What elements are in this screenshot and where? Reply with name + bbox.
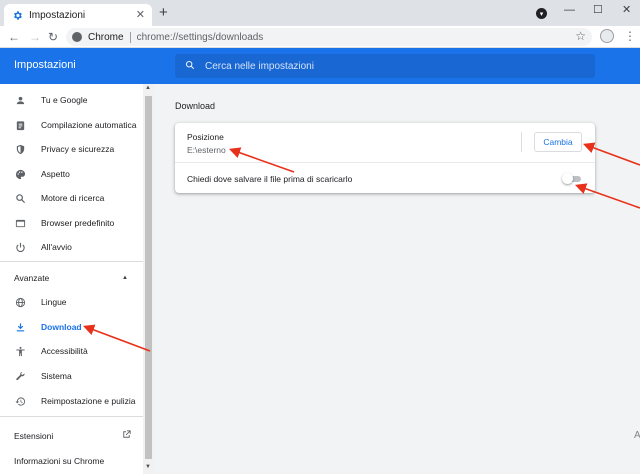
power-icon: [14, 241, 26, 253]
scroll-up-icon[interactable]: ▲: [145, 85, 151, 91]
browser-icon: [14, 217, 26, 229]
restore-icon: [14, 395, 26, 407]
minimize-button[interactable]: —: [564, 3, 575, 17]
clipboard-icon: [14, 119, 26, 131]
scroll-down-icon[interactable]: ▼: [145, 464, 151, 470]
maximize-button[interactable]: ☐: [593, 3, 603, 17]
scroll-thumb[interactable]: [145, 96, 152, 459]
menu-icon[interactable]: ⋮: [624, 29, 636, 43]
omnibox-separator: [129, 31, 131, 43]
sidebar-item-downloads[interactable]: Download: [0, 316, 143, 338]
sidebar-item-label: Browser predefinito: [41, 218, 115, 228]
sidebar-item-autofill[interactable]: Compilazione automatica: [0, 114, 143, 136]
new-tab-button[interactable]: +: [159, 5, 168, 21]
palette-icon: [14, 168, 26, 180]
settings-search-input[interactable]: Cerca nelle impostazioni: [175, 54, 595, 78]
search-icon: [14, 192, 26, 204]
reload-button[interactable]: ↻: [48, 29, 58, 45]
sidebar-item-appearance[interactable]: Aspetto: [0, 163, 143, 185]
advanced-section-label[interactable]: Avanzate: [14, 273, 49, 283]
sidebar-divider: [0, 261, 143, 262]
sidebar-item-languages[interactable]: Lingue: [0, 291, 143, 313]
sidebar-item-label: Accessibilità: [41, 346, 88, 356]
accessibility-icon: [14, 345, 26, 357]
toggle-knob: [562, 173, 573, 184]
wrench-icon: [14, 370, 26, 382]
sidebar-item-label: Privacy e sicurezza: [41, 144, 115, 154]
sidebar-item-privacy[interactable]: Privacy e sicurezza: [0, 138, 143, 160]
downloads-card: Posizione E:\esterno Cambia Chiedi dove …: [175, 123, 595, 193]
sidebar-item-label: Lingue: [41, 297, 67, 307]
sidebar-item-reset[interactable]: Reimpostazione e pulizia: [0, 390, 143, 412]
ask-where-to-save-label: Chiedi dove salvare il file prima di sca…: [187, 174, 353, 184]
sidebar-item-you-and-google[interactable]: Tu e Google: [0, 89, 143, 111]
sidebar-item-label: All'avvio: [41, 242, 72, 252]
sidebar-item-label: Tu e Google: [41, 95, 88, 105]
location-label: Posizione: [187, 132, 224, 142]
section-heading: Download: [175, 101, 216, 111]
row-separator: [175, 162, 595, 163]
vertical-separator: [521, 132, 522, 152]
search-icon: [185, 60, 195, 73]
shield-icon: [14, 143, 26, 155]
settings-header: Impostazioni Cerca nelle impostazioni: [0, 48, 640, 84]
external-link-icon: [121, 429, 132, 443]
sidebar-item-default-browser[interactable]: Browser predefinito: [0, 212, 143, 234]
change-location-button[interactable]: Cambia: [534, 132, 582, 152]
sidebar-item-accessibility[interactable]: Accessibilità: [0, 340, 143, 362]
chrome-icon: [72, 32, 82, 42]
sidebar-item-label: Compilazione automatica: [41, 120, 137, 130]
tab-search-icon[interactable]: ▾: [536, 8, 547, 19]
extensions-label: Estensioni: [14, 431, 54, 441]
close-window-button[interactable]: ✕: [622, 3, 631, 17]
sidebar-item-search-engine[interactable]: Motore di ricerca: [0, 187, 143, 209]
address-bar[interactable]: Chrome chrome://settings/downloads ☆: [66, 28, 592, 46]
location-value: E:\esterno: [187, 145, 226, 155]
sidebar-item-about[interactable]: Informazioni su Chrome: [0, 450, 143, 472]
forward-button[interactable]: →: [29, 29, 41, 45]
profile-avatar[interactable]: [600, 29, 614, 43]
gear-icon: [12, 10, 23, 21]
close-tab-icon[interactable]: ✕: [136, 8, 145, 22]
chevron-up-icon[interactable]: ▲: [122, 275, 128, 281]
sidebar-item-extensions[interactable]: Estensioni: [0, 425, 143, 447]
person-icon: [14, 94, 26, 106]
search-placeholder: Cerca nelle impostazioni: [205, 60, 314, 72]
site-label: Chrome: [88, 31, 124, 43]
page-title: Impostazioni: [14, 59, 76, 71]
sidebar-divider: [0, 416, 143, 417]
sidebar-item-label: Motore di ricerca: [41, 193, 105, 203]
tab-strip: Impostazioni ✕ + ▾ — ☐ ✕: [0, 0, 640, 26]
tab-settings[interactable]: Impostazioni ✕: [4, 4, 152, 26]
sidebar-item-system[interactable]: Sistema: [0, 365, 143, 387]
sidebar-item-label: Aspetto: [41, 169, 70, 179]
tab-title: Impostazioni: [29, 9, 86, 21]
sidebar-scrollbar[interactable]: ▲ ▼: [143, 84, 154, 474]
corner-text: A: [634, 430, 640, 441]
sidebar-item-label: Sistema: [41, 371, 72, 381]
sidebar-item-label: Download: [41, 322, 82, 332]
about-chrome-label: Informazioni su Chrome: [14, 456, 105, 466]
back-button[interactable]: ←: [8, 29, 20, 45]
sidebar-item-label: Reimpostazione e pulizia: [41, 396, 136, 406]
browser-toolbar: ← → ↻ Chrome chrome://settings/downloads…: [0, 26, 640, 48]
ask-where-to-save-toggle[interactable]: [562, 173, 583, 184]
url-text[interactable]: chrome://settings/downloads: [137, 32, 264, 43]
bookmark-star-icon[interactable]: ☆: [575, 29, 586, 43]
settings-sidebar: Tu e Google Compilazione automatica Priv…: [0, 84, 143, 474]
download-icon: [14, 321, 26, 333]
sidebar-item-on-startup[interactable]: All'avvio: [0, 236, 143, 258]
globe-icon: [14, 296, 26, 308]
